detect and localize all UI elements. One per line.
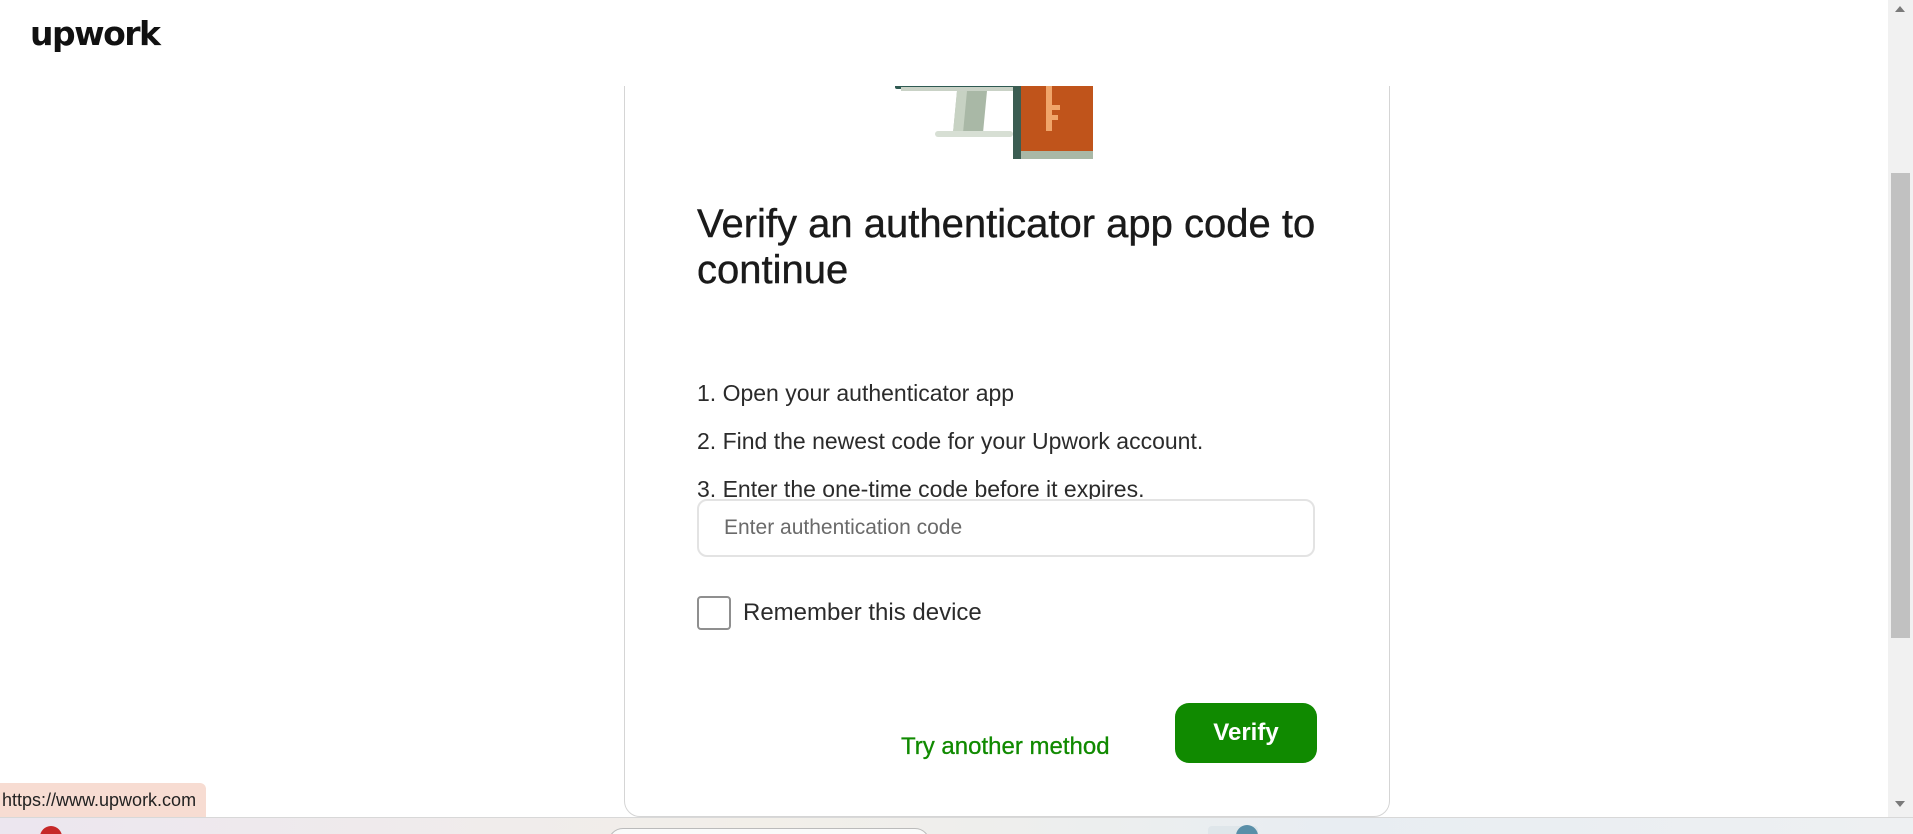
authentication-code-input[interactable] [697,499,1315,557]
instruction-step: 1. Open your authenticator app [697,380,1015,406]
os-taskbar [0,817,1913,834]
phone-side [1013,81,1021,159]
browser-viewport: upwork Verify an authenticator app code … [0,0,1913,834]
remember-device-row[interactable]: Remember this device [697,596,982,630]
scroll-up-icon[interactable] [1895,6,1905,12]
verify-button[interactable]: Verify [1175,703,1317,763]
monitor-base [935,131,1013,137]
instruction-steps: 1. Open your authenticator app 2. Find t… [697,369,1203,513]
remember-device-label: Remember this device [743,599,982,626]
page-scrollbar[interactable] [1888,0,1913,817]
key-tooth-1 [1050,105,1060,110]
taskbar-search-box[interactable] [608,828,930,834]
verification-card: Verify an authenticator app code to cont… [624,40,1390,817]
page-title: Verify an authenticator app code to cont… [697,202,1316,292]
remember-device-checkbox[interactable] [697,596,731,630]
scroll-down-icon[interactable] [1895,801,1905,807]
scrollbar-thumb[interactable] [1891,173,1910,638]
key-tooth-2 [1050,115,1058,120]
page-header: upwork [0,0,1888,86]
status-bar-url: https://www.upwork.com [0,783,207,817]
try-another-method-link[interactable]: Try another method [901,733,1110,761]
instruction-step: 2. Find the newest code for your Upwork … [697,428,1204,454]
upwork-logo[interactable]: upwork [30,14,161,53]
notification-badge-icon[interactable] [40,826,62,834]
